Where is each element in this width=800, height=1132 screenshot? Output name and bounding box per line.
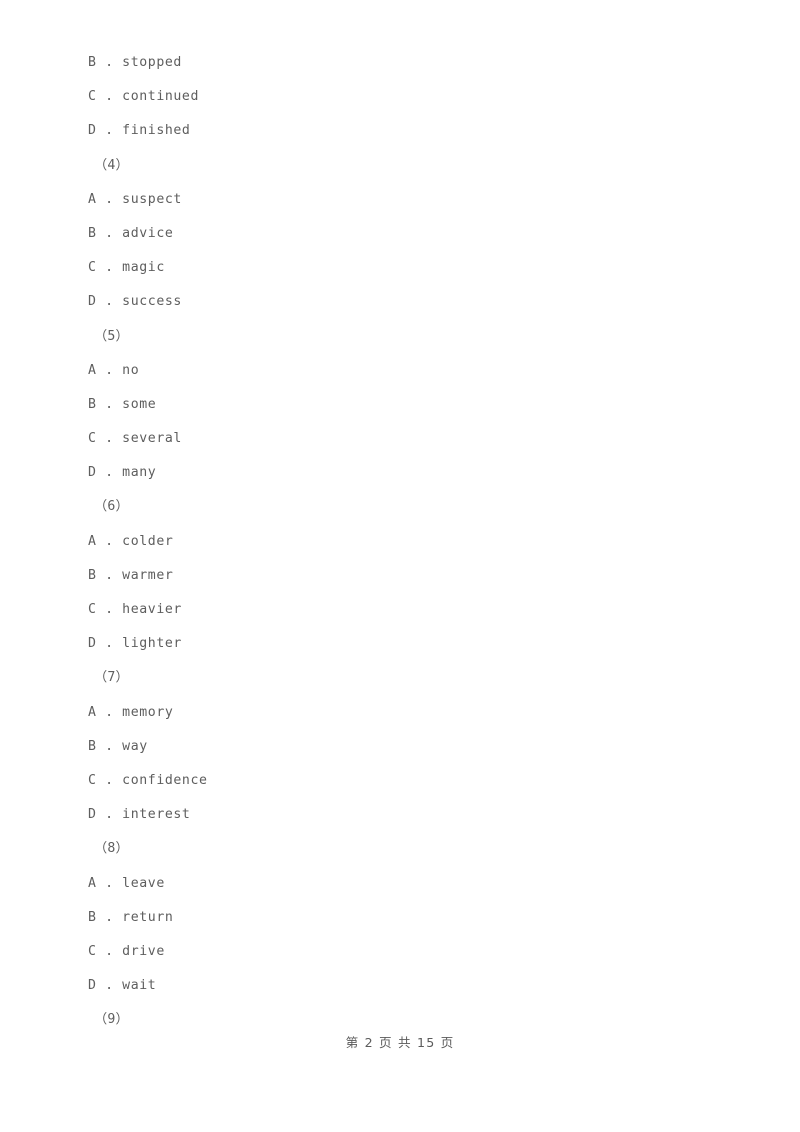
answer-option: B . stopped	[88, 55, 182, 70]
answer-option: C . several	[88, 431, 182, 447]
question-number: （7）	[94, 670, 129, 686]
answer-option: D . success	[88, 294, 182, 310]
answer-option: D . lighter	[88, 636, 182, 652]
answer-option: C . drive	[88, 943, 165, 959]
answer-option: D . finished	[88, 123, 191, 139]
answer-option: D . wait	[88, 978, 157, 994]
answer-option: D . interest	[88, 807, 191, 823]
answer-option: A . memory	[88, 704, 174, 720]
answer-option: B . way	[88, 738, 148, 754]
answer-option: D . many	[88, 465, 157, 481]
answer-option: A . suspect	[88, 191, 182, 207]
answer-option: B . warmer	[88, 567, 174, 583]
question-number: （5）	[94, 328, 129, 344]
answer-option: A . no	[88, 362, 140, 378]
answer-option: C . heavier	[88, 602, 182, 617]
answer-option: C . confidence	[88, 772, 208, 788]
document-body: B . stopped C . continued D . finished （4） A…	[88, 46, 728, 1037]
answer-option: C . continued	[88, 89, 200, 105]
document-page: B . stopped C . continued D . finished （4） A…	[0, 0, 800, 1132]
answer-option: B . return	[88, 909, 174, 925]
answer-option: B . advice	[88, 225, 174, 241]
answer-option: B . some	[88, 396, 157, 412]
question-number: （4）	[94, 157, 129, 173]
page-footer: 第 2 页 共 15 页	[345, 1035, 455, 1050]
question-number: （6）	[94, 499, 129, 515]
answer-option: C . magic	[88, 260, 165, 276]
answer-option: A . leave	[88, 875, 165, 891]
question-number: （8）	[94, 841, 129, 857]
answer-option: A . colder	[88, 533, 174, 549]
